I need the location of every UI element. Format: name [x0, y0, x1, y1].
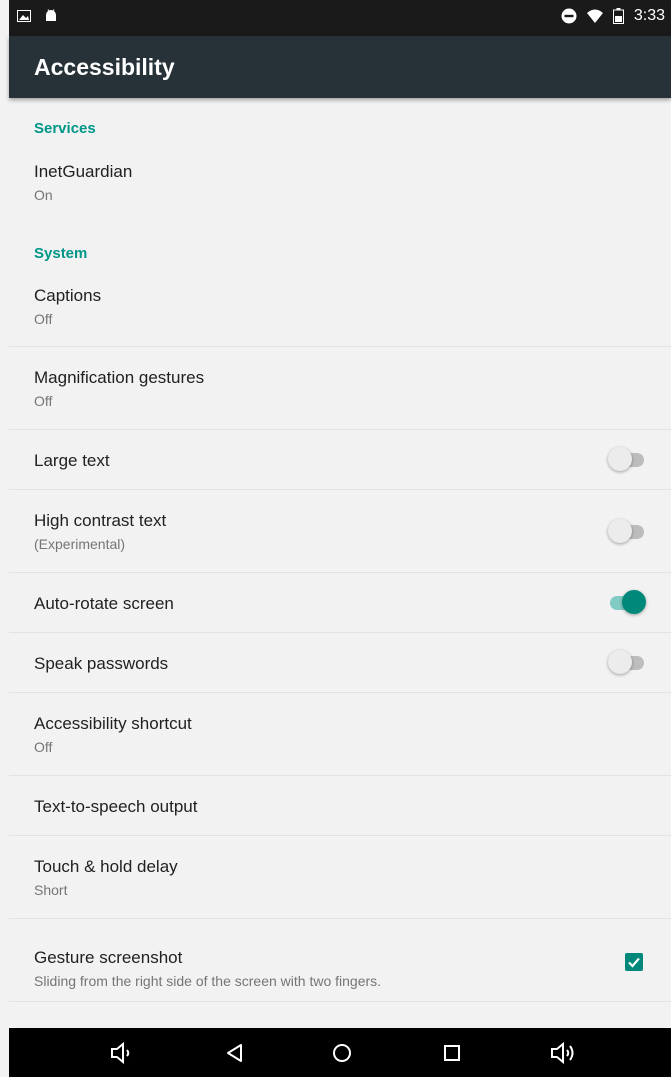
status-bar: 3:33 — [9, 0, 671, 36]
setting-title: Large text — [34, 451, 110, 470]
app-bar: Accessibility — [9, 36, 671, 98]
switch-thumb — [608, 519, 632, 543]
page-title: Accessibility — [34, 54, 175, 80]
setting-touch-hold-delay[interactable]: Touch & hold delay Short — [9, 836, 671, 919]
setting-title: Touch & hold delay — [34, 857, 178, 876]
status-time: 3:33 — [633, 7, 665, 24]
settings-list[interactable]: Services InetGuardian On System Captions… — [9, 98, 671, 1028]
wifi-icon — [586, 9, 603, 23]
setting-captions[interactable]: Captions Off — [9, 274, 671, 347]
setting-summary: Sliding from the right side of the scree… — [34, 973, 382, 989]
setting-title: Magnification gestures — [34, 368, 205, 387]
setting-inetguardian[interactable]: InetGuardian On — [9, 150, 671, 218]
setting-title: Gesture screenshot — [34, 948, 183, 967]
home-icon[interactable] — [329, 1040, 355, 1066]
image-icon — [17, 10, 31, 22]
switch-thumb — [608, 650, 632, 674]
setting-title: Text-to-speech output — [34, 797, 198, 816]
setting-summary: (Experimental) — [34, 536, 126, 552]
setting-summary: Short — [34, 882, 68, 898]
recents-icon[interactable] — [439, 1040, 465, 1066]
setting-summary: Off — [34, 311, 53, 327]
setting-title: InetGuardian — [34, 162, 133, 181]
switch-thumb — [608, 447, 632, 471]
large-text-switch[interactable] — [608, 446, 646, 472]
volume-up-icon[interactable] — [549, 1040, 579, 1066]
setting-summary: Off — [34, 393, 53, 409]
setting-summary: On — [34, 187, 53, 203]
back-icon[interactable] — [222, 1040, 248, 1066]
navigation-bar — [9, 1028, 671, 1077]
setting-title: Accessibility shortcut — [34, 714, 192, 733]
android-icon — [45, 9, 57, 23]
setting-title: High contrast text — [34, 511, 167, 530]
high-contrast-switch[interactable] — [608, 518, 646, 544]
setting-text-to-speech-output[interactable]: Text-to-speech output — [9, 776, 671, 836]
setting-large-text[interactable]: Large text — [9, 430, 671, 490]
battery-icon — [612, 8, 624, 24]
setting-speak-passwords[interactable]: Speak passwords — [9, 633, 671, 693]
setting-summary: Off — [34, 739, 53, 755]
setting-accessibility-shortcut[interactable]: Accessibility shortcut Off — [9, 693, 671, 776]
section-header-services: Services — [34, 120, 96, 137]
auto-rotate-switch[interactable] — [608, 589, 646, 615]
check-icon — [628, 957, 640, 968]
do-not-disturb-icon — [561, 8, 577, 24]
switch-thumb — [622, 590, 646, 614]
section-header-system: System — [34, 245, 88, 262]
setting-title: Auto-rotate screen — [34, 594, 174, 613]
gesture-screenshot-checkbox[interactable] — [625, 953, 643, 971]
speak-passwords-switch[interactable] — [608, 649, 646, 675]
setting-auto-rotate-screen[interactable]: Auto-rotate screen — [9, 573, 671, 633]
setting-magnification-gestures[interactable]: Magnification gestures Off — [9, 347, 671, 430]
setting-title: Captions — [34, 286, 102, 305]
setting-high-contrast-text[interactable]: High contrast text (Experimental) — [9, 490, 671, 573]
setting-gesture-screenshot[interactable]: Gesture screenshot Sliding from the righ… — [9, 919, 671, 1002]
volume-down-icon[interactable] — [109, 1040, 135, 1066]
setting-title: Speak passwords — [34, 654, 169, 673]
